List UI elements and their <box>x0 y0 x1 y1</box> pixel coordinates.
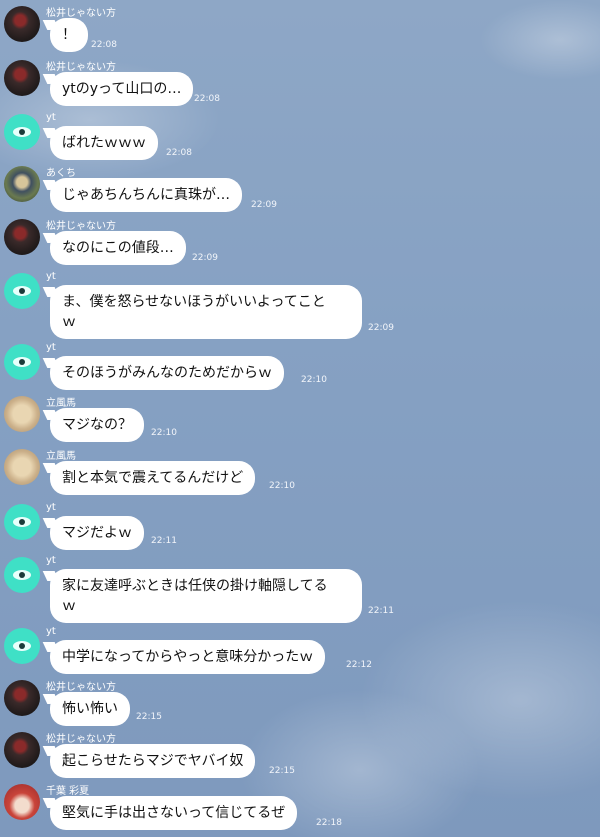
message-bubble[interactable]: ま、僕を怒らせないほうがいいよってこと ｗ <box>50 285 362 339</box>
sender-name: あくち <box>46 168 76 179</box>
message-bubble[interactable]: 割と本気で震えてるんだけど <box>50 461 256 495</box>
sender-name: yt <box>46 342 56 353</box>
message-line: ｗ <box>62 314 76 330</box>
sender-name: yt <box>46 555 56 566</box>
sender-name: 千葉 彩夏 <box>46 786 90 797</box>
message: あくち じゃあちんちんに真珠が… 22:09 <box>0 164 600 214</box>
message-bubble[interactable]: マジなの？ <box>50 408 144 442</box>
message-bubble[interactable]: 怖い怖い <box>50 692 130 726</box>
timestamp: 22:10 <box>151 428 177 438</box>
message-bubble[interactable]: じゃあちんちんに真珠が… <box>50 178 242 212</box>
sender-name: yt <box>46 112 56 123</box>
sender-name: yt <box>46 502 56 513</box>
message-line: 家に友達呼ぶときは任侠の掛け軸隠してる <box>62 578 328 594</box>
message-line: ｗ <box>62 598 76 614</box>
message-bubble[interactable]: 中学になってからやっと意味分かったｗ <box>50 640 326 674</box>
avatar[interactable] <box>4 60 40 96</box>
message-bubble[interactable]: なのにこの値段… <box>50 231 186 265</box>
avatar[interactable] <box>4 504 40 540</box>
sender-name: 松井じゃない方 <box>46 682 116 693</box>
message-bubble[interactable]: ！ <box>50 18 88 52</box>
message: yt そのほうがみんなのためだからｗ 22:10 <box>0 342 600 392</box>
message: yt ま、僕を怒らせないほうがいいよってこと ｗ 22:09 <box>0 271 600 341</box>
timestamp: 22:15 <box>136 712 162 722</box>
message: yt 家に友達呼ぶときは任侠の掛け軸隠してる ｗ 22:11 <box>0 555 600 625</box>
sender-name: 松井じゃない方 <box>46 734 116 745</box>
timestamp: 22:11 <box>368 606 394 616</box>
message-bubble[interactable]: マジだよｗ <box>50 516 144 550</box>
timestamp: 22:09 <box>192 253 218 263</box>
avatar[interactable] <box>4 6 40 42</box>
timestamp: 22:15 <box>269 766 295 776</box>
timestamp: 22:08 <box>166 148 192 158</box>
timestamp: 22:09 <box>251 200 277 210</box>
avatar[interactable] <box>4 219 40 255</box>
timestamp: 22:08 <box>194 94 220 104</box>
avatar[interactable] <box>4 114 40 150</box>
sender-name: 松井じゃない方 <box>46 221 116 232</box>
sender-name: 立風馬 <box>46 451 76 462</box>
avatar[interactable] <box>4 628 40 664</box>
sender-name: yt <box>46 271 56 282</box>
sender-name: yt <box>46 626 56 637</box>
timestamp: 22:10 <box>301 375 327 385</box>
message: yt ばれたｗｗｗ 22:08 <box>0 112 600 162</box>
message-bubble[interactable]: ytのyって山口の… <box>50 72 194 106</box>
timestamp: 22:11 <box>151 536 177 546</box>
message: 立風馬 マジなの？ 22:10 <box>0 394 600 444</box>
message-bubble[interactable]: 起こらせたらマジでヤバイ奴 <box>50 744 256 778</box>
avatar[interactable] <box>4 784 40 820</box>
timestamp: 22:09 <box>368 323 394 333</box>
avatar[interactable] <box>4 449 40 485</box>
message: 立風馬 割と本気で震えてるんだけど 22:10 <box>0 447 600 497</box>
timestamp: 22:12 <box>346 660 372 670</box>
message-line: ま、僕を怒らせないほうがいいよってこと <box>62 294 326 310</box>
avatar[interactable] <box>4 396 40 432</box>
message: yt マジだよｗ 22:11 <box>0 502 600 552</box>
message: 松井じゃない方 起こらせたらマジでヤバイ奴 22:15 <box>0 730 600 780</box>
message-bubble[interactable]: 家に友達呼ぶときは任侠の掛け軸隠してる ｗ <box>50 569 362 623</box>
message: 千葉 彩夏 堅気に手は出さないって信じてるぜ 22:18 <box>0 782 600 834</box>
sender-name: 松井じゃない方 <box>46 8 116 19</box>
avatar[interactable] <box>4 273 40 309</box>
message-bubble[interactable]: ばれたｗｗｗ <box>50 126 158 160</box>
message: yt 中学になってからやっと意味分かったｗ 22:12 <box>0 626 600 676</box>
message: 松井じゃない方 なのにこの値段… 22:09 <box>0 217 600 267</box>
avatar[interactable] <box>4 680 40 716</box>
timestamp: 22:08 <box>91 40 117 50</box>
message-bubble[interactable]: 堅気に手は出さないって信じてるぜ <box>50 796 298 830</box>
message-bubble[interactable]: そのほうがみんなのためだからｗ <box>50 356 284 390</box>
timestamp: 22:10 <box>269 481 295 491</box>
message: 松井じゃない方 ytのyって山口の… 22:08 <box>0 58 600 108</box>
avatar[interactable] <box>4 732 40 768</box>
sender-name: 松井じゃない方 <box>46 62 116 73</box>
timestamp: 22:18 <box>316 818 342 828</box>
chat-log: 松井じゃない方 ！ 22:08 松井じゃない方 ytのyって山口の… 22:08… <box>0 0 600 837</box>
avatar[interactable] <box>4 344 40 380</box>
message: 松井じゃない方 ！ 22:08 <box>0 4 600 54</box>
avatar[interactable] <box>4 166 40 202</box>
message: 松井じゃない方 怖い怖い 22:15 <box>0 678 600 728</box>
sender-name: 立風馬 <box>46 398 76 409</box>
avatar[interactable] <box>4 557 40 593</box>
